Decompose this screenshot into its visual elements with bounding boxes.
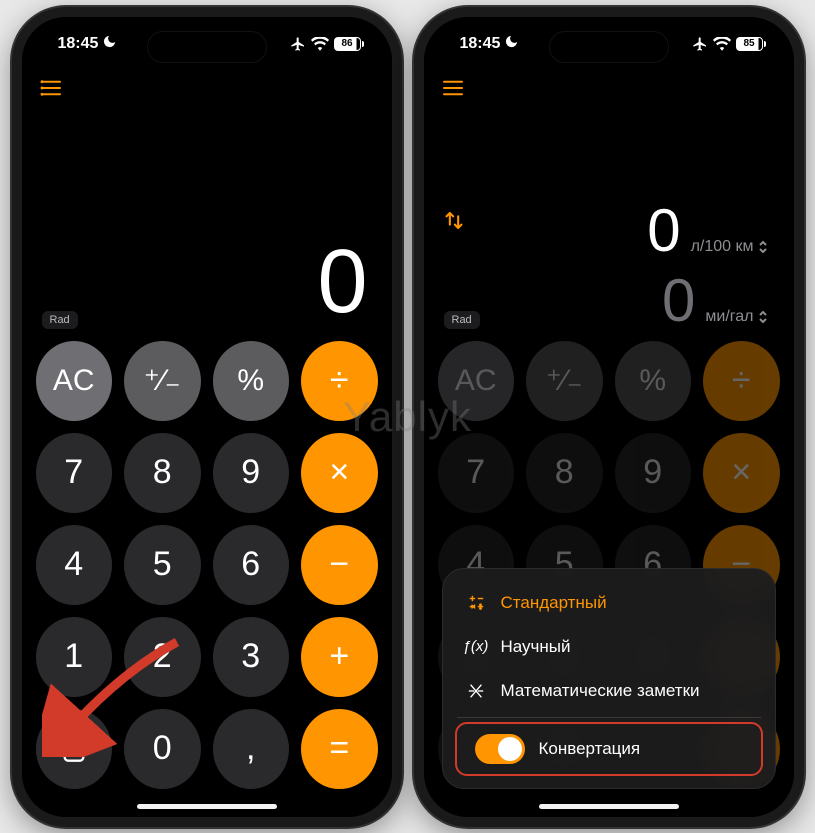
- phone-left: 18:45 86 0 Rad: [12, 7, 402, 827]
- status-time: 18:45: [460, 35, 501, 53]
- key-decimal[interactable]: ,: [213, 709, 290, 789]
- key-5[interactable]: 5: [124, 525, 201, 605]
- menu-conversion-row[interactable]: Конвертация: [455, 722, 763, 776]
- key-4[interactable]: 4: [36, 525, 113, 605]
- key-6[interactable]: 6: [213, 525, 290, 605]
- key-0[interactable]: 0: [124, 709, 201, 789]
- home-indicator[interactable]: [137, 804, 277, 809]
- key-8[interactable]: 8: [526, 433, 603, 513]
- chevron-updown-icon: [758, 310, 768, 324]
- keypad: AC ⁺⁄₋ % ÷ 7 8 9 × 4 5 6 − 1 2 3 + 0 , =: [22, 335, 392, 817]
- menu-scientific-label: Научный: [501, 637, 571, 657]
- conversion-to-value: 0: [662, 271, 695, 331]
- notes-icon: [465, 682, 487, 700]
- status-time: 18:45: [58, 35, 99, 53]
- moon-icon: [102, 34, 117, 54]
- key-9[interactable]: 9: [615, 433, 692, 513]
- conversion-from-value: 0: [647, 201, 680, 261]
- key-9[interactable]: 9: [213, 433, 290, 513]
- battery-indicator: 85: [736, 37, 766, 51]
- key-2[interactable]: 2: [124, 617, 201, 697]
- key-multiply[interactable]: ×: [301, 433, 378, 513]
- key-minus[interactable]: −: [301, 525, 378, 605]
- menu-standard-label: Стандартный: [501, 593, 607, 613]
- key-equals[interactable]: =: [301, 709, 378, 789]
- history-icon[interactable]: [40, 79, 62, 102]
- display-value: 0: [40, 237, 366, 327]
- dynamic-island: [549, 31, 669, 63]
- airplane-icon: [692, 36, 708, 52]
- key-percent[interactable]: %: [615, 341, 692, 421]
- menu-scientific[interactable]: ƒ(x) Научный: [447, 625, 771, 669]
- dynamic-island: [147, 31, 267, 63]
- wifi-icon: [311, 37, 329, 51]
- key-8[interactable]: 8: [124, 433, 201, 513]
- key-ac[interactable]: AC: [438, 341, 515, 421]
- key-plusminus[interactable]: ⁺⁄₋: [526, 341, 603, 421]
- history-icon[interactable]: [442, 79, 464, 102]
- moon-icon: [504, 34, 519, 54]
- key-3[interactable]: 3: [213, 617, 290, 697]
- display-area: 0 л/100 км 0 ми/гал Rad: [424, 111, 794, 335]
- menu-notes[interactable]: Математические заметки: [447, 669, 771, 713]
- key-percent[interactable]: %: [213, 341, 290, 421]
- mode-popup: Стандартный ƒ(x) Научный Математические …: [442, 568, 776, 789]
- conversion-toggle[interactable]: [475, 734, 525, 764]
- wifi-icon: [713, 37, 731, 51]
- function-icon: ƒ(x): [465, 638, 487, 655]
- calculator-mode-button[interactable]: [36, 709, 113, 789]
- menu-standard[interactable]: Стандартный: [447, 581, 771, 625]
- key-ac[interactable]: AC: [36, 341, 113, 421]
- menu-separator: [457, 717, 761, 718]
- airplane-icon: [290, 36, 306, 52]
- key-plusminus[interactable]: ⁺⁄₋: [124, 341, 201, 421]
- phone-right: 18:45 85: [414, 7, 804, 827]
- key-1[interactable]: 1: [36, 617, 113, 697]
- conversion-to-row[interactable]: 0 ми/гал: [442, 271, 768, 331]
- conversion-to-unit: ми/гал: [705, 308, 753, 326]
- home-indicator[interactable]: [539, 804, 679, 809]
- key-multiply[interactable]: ×: [703, 433, 780, 513]
- menu-conversion-label: Конвертация: [539, 739, 641, 759]
- conversion-from-row[interactable]: 0 л/100 км: [442, 201, 768, 261]
- display-area: 0 Rad: [22, 111, 392, 335]
- standard-icon: [465, 594, 487, 612]
- key-7[interactable]: 7: [36, 433, 113, 513]
- menu-notes-label: Математические заметки: [501, 681, 700, 701]
- rad-badge: Rad: [42, 311, 78, 329]
- key-divide[interactable]: ÷: [301, 341, 378, 421]
- key-divide[interactable]: ÷: [703, 341, 780, 421]
- battery-indicator: 86: [334, 37, 364, 51]
- chevron-updown-icon: [758, 240, 768, 254]
- key-7[interactable]: 7: [438, 433, 515, 513]
- conversion-from-unit: л/100 км: [691, 238, 754, 256]
- key-plus[interactable]: +: [301, 617, 378, 697]
- swap-icon[interactable]: [444, 210, 464, 235]
- rad-badge: Rad: [444, 311, 480, 329]
